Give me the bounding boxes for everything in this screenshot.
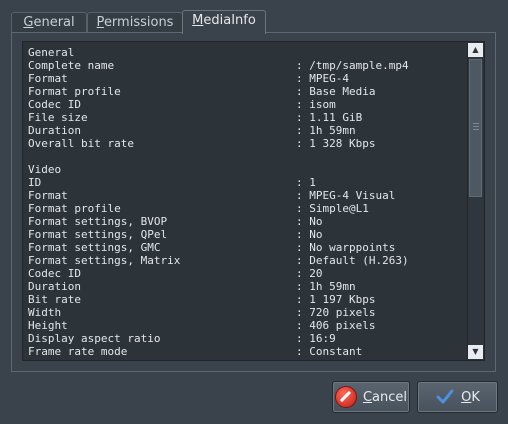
info-key: Display aspect ratio: [28, 332, 161, 345]
arrow-down-icon: ▼: [472, 347, 479, 356]
info-value: : Simple@L1: [296, 202, 369, 215]
section-heading: Video: [28, 163, 466, 176]
info-row: Frame rate mode : Constant: [28, 345, 466, 358]
scroll-up-button[interactable]: ▲: [468, 43, 483, 57]
info-key: ID: [28, 176, 42, 189]
info-row: Display aspect ratio : 16:9: [28, 332, 466, 345]
info-row: Format profile : Base Media: [28, 85, 466, 98]
info-row: Width : 720 pixels: [28, 306, 466, 319]
tab-mediainfo-label: ediaInfo: [203, 13, 256, 28]
info-value: : 1.11 GiB: [296, 111, 363, 124]
tab-general-label: eneral: [33, 15, 75, 30]
info-value: : No: [296, 215, 323, 228]
info-value: : 20: [296, 267, 323, 280]
ok-label-rest: K: [471, 389, 480, 405]
ok-mnemonic: O: [461, 389, 472, 405]
tab-mediainfo[interactable]: MediaInfo: [182, 10, 266, 34]
scrollbar-thumb[interactable]: [469, 59, 482, 197]
tab-mediainfo-mnemonic: M: [192, 13, 204, 28]
info-key: Duration: [28, 280, 81, 293]
mediainfo-text-view[interactable]: General Complete name: /tmp/sample.mp4 For…: [22, 41, 485, 361]
info-value: : 1h 59mn: [296, 124, 356, 137]
info-key: Duration: [28, 124, 81, 137]
cancel-mnemonic: C: [362, 389, 373, 405]
tab-bar: General Permissions MediaInfo: [10, 10, 500, 34]
info-row: Height : 406 pixels: [28, 319, 466, 332]
info-row: Format settings, GMC : No warppoints: [28, 241, 466, 254]
grip-line: [473, 126, 479, 127]
info-key: Format: [28, 189, 68, 202]
info-row: Format settings, Matrix : Default (H.263): [28, 254, 466, 267]
checkmark-icon: [436, 389, 454, 404]
tab-permissions-mnemonic: P: [96, 15, 104, 30]
info-row: Format profile : Simple@L1: [28, 202, 466, 215]
info-key: Overall bit rate: [28, 137, 134, 150]
info-value: : No: [296, 228, 323, 241]
info-key: File size: [28, 111, 88, 124]
info-row: Codec ID : 20: [28, 267, 466, 280]
mediainfo-content: General Complete name: /tmp/sample.mp4 For…: [28, 46, 466, 358]
info-key: Format settings, GMC: [28, 241, 161, 254]
scroll-down-button[interactable]: ▼: [468, 345, 483, 359]
info-row: Format settings, QPel : No: [28, 228, 466, 241]
info-key: Width: [28, 306, 62, 319]
info-key: Format: [28, 72, 68, 85]
vertical-scrollbar[interactable]: ▲ ▼: [467, 43, 483, 359]
info-key: Codec ID: [28, 98, 81, 111]
info-value: : 1 197 Kbps: [296, 293, 376, 306]
tab-general[interactable]: General: [11, 12, 87, 33]
info-value: : 1: [296, 176, 316, 189]
info-row: Format : MPEG-4: [28, 72, 466, 85]
info-value: : 406 pixels: [296, 319, 376, 332]
info-value: : 1h 59mn: [296, 280, 356, 293]
ok-button[interactable]: OK: [417, 381, 498, 413]
info-row: Complete name : /tmp/sample.mp4: [28, 59, 466, 72]
ok-button-label: OK: [461, 390, 480, 405]
info-value: : 1 328 Kbps: [296, 137, 376, 150]
info-key: Codec ID: [28, 267, 81, 280]
section-heading: General: [28, 46, 466, 59]
tab-permissions-label: ermissions: [103, 15, 174, 30]
info-key: Bit rate: [28, 293, 81, 306]
tab-permissions[interactable]: Permissions: [87, 12, 183, 33]
info-row: Format settings, BVOP : No: [28, 215, 466, 228]
cancel-button[interactable]: Cancel: [332, 381, 410, 413]
info-row: Format : MPEG-4 Visual: [28, 189, 466, 202]
info-key: Frame rate mode: [28, 345, 128, 358]
info-key: Format settings, Matrix: [28, 254, 181, 267]
arrow-up-icon: ▲: [472, 45, 479, 54]
info-key: Height: [28, 319, 68, 332]
info-value: : isom: [296, 98, 336, 111]
info-key: Format profile: [28, 85, 121, 98]
info-key: Format profile: [28, 202, 121, 215]
info-row: Codec ID : isom: [28, 98, 466, 111]
info-row: Duration : 1h 59mn: [28, 280, 466, 293]
info-value: : Constant: [296, 345, 363, 358]
info-value: : Default (H.263): [296, 254, 409, 267]
cancel-label-rest: ancel: [372, 389, 408, 405]
info-value: : 720 pixels: [296, 306, 376, 319]
info-value: : MPEG-4 Visual: [296, 189, 396, 202]
info-key: Complete name: [28, 59, 115, 72]
info-key: General: [28, 46, 75, 59]
grip-line: [473, 123, 479, 124]
info-value: : MPEG-4: [296, 72, 349, 85]
info-value: : No warppoints: [296, 241, 396, 254]
info-row: ID : 1: [28, 176, 466, 189]
info-key: Format settings, BVOP: [28, 215, 168, 228]
info-key: Video: [28, 163, 62, 176]
info-row: Duration : 1h 59mn: [28, 124, 466, 137]
grip-line: [473, 129, 479, 130]
cancel-button-label: Cancel: [363, 390, 407, 405]
info-row: File size : 1.11 GiB: [28, 111, 466, 124]
tab-general-mnemonic: G: [23, 15, 34, 30]
info-row: Overall bit rate : 1 328 Kbps: [28, 137, 466, 150]
info-row: Bit rate : 1 197 Kbps: [28, 293, 466, 306]
info-key: Format settings, QPel: [28, 228, 168, 241]
info-value: : 16:9: [296, 332, 336, 345]
info-value: : Base Media: [296, 85, 376, 98]
cancel-icon: [334, 386, 357, 408]
info-value: : /tmp/sample.mp4: [296, 59, 409, 72]
